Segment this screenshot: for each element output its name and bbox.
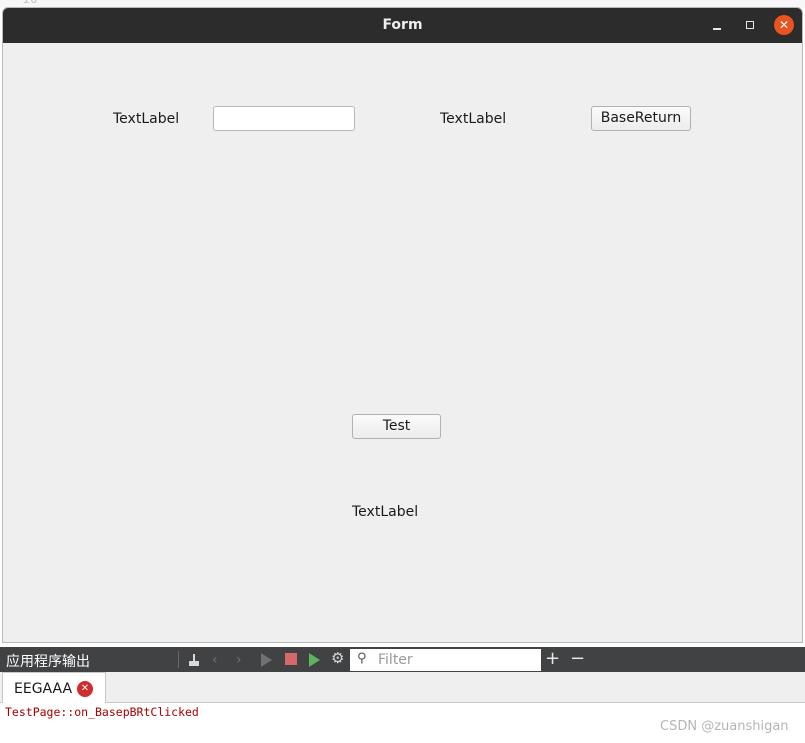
plus-icon[interactable]: + <box>545 648 561 669</box>
watermark: CSDN @zuanshigan <box>660 719 789 734</box>
gear-icon[interactable]: ⚙ <box>331 649 347 667</box>
run-icon[interactable] <box>261 653 272 667</box>
text-label-3: TextLabel <box>352 504 419 520</box>
filter-placeholder: Filter <box>378 652 413 668</box>
test-button[interactable]: Test <box>352 414 441 439</box>
close-icon[interactable]: ✕ <box>77 681 93 697</box>
stop-icon[interactable] <box>285 653 297 665</box>
close-icon[interactable]: ✕ <box>774 15 794 35</box>
clear-output-icon[interactable] <box>186 652 202 668</box>
text-input[interactable] <box>213 106 355 131</box>
output-tab-bar: EEGAAA ✕ <box>0 672 805 703</box>
text-label-1: TextLabel <box>113 111 180 127</box>
output-line: TestPage::on_BasepBRtClicked <box>5 705 199 719</box>
minus-icon[interactable]: − <box>570 648 586 669</box>
output-pane-title: 应用程序输出 <box>6 654 90 670</box>
title-bar[interactable]: Form ✕ <box>3 8 802 43</box>
next-icon[interactable]: › <box>236 652 252 668</box>
minimize-icon[interactable] <box>707 16 727 36</box>
toolbar-separator <box>178 651 179 668</box>
text-label-2: TextLabel <box>440 111 507 127</box>
base-return-button[interactable]: BaseReturn <box>591 106 691 131</box>
search-icon: ⚲ <box>357 651 367 666</box>
window-title: Form <box>382 17 423 33</box>
debug-run-icon[interactable] <box>309 653 320 667</box>
maximize-icon[interactable] <box>741 16 761 36</box>
tab-label: EEGAAA <box>14 681 73 697</box>
tab-eegaaa[interactable]: EEGAAA ✕ <box>2 672 106 703</box>
form-window: Form ✕ TextLabel TextLabel BaseReturn Te… <box>2 7 803 643</box>
filter-input[interactable]: ⚲ Filter <box>350 649 541 671</box>
line-number: 10 <box>22 0 38 7</box>
previous-icon[interactable]: ‹ <box>212 652 228 668</box>
